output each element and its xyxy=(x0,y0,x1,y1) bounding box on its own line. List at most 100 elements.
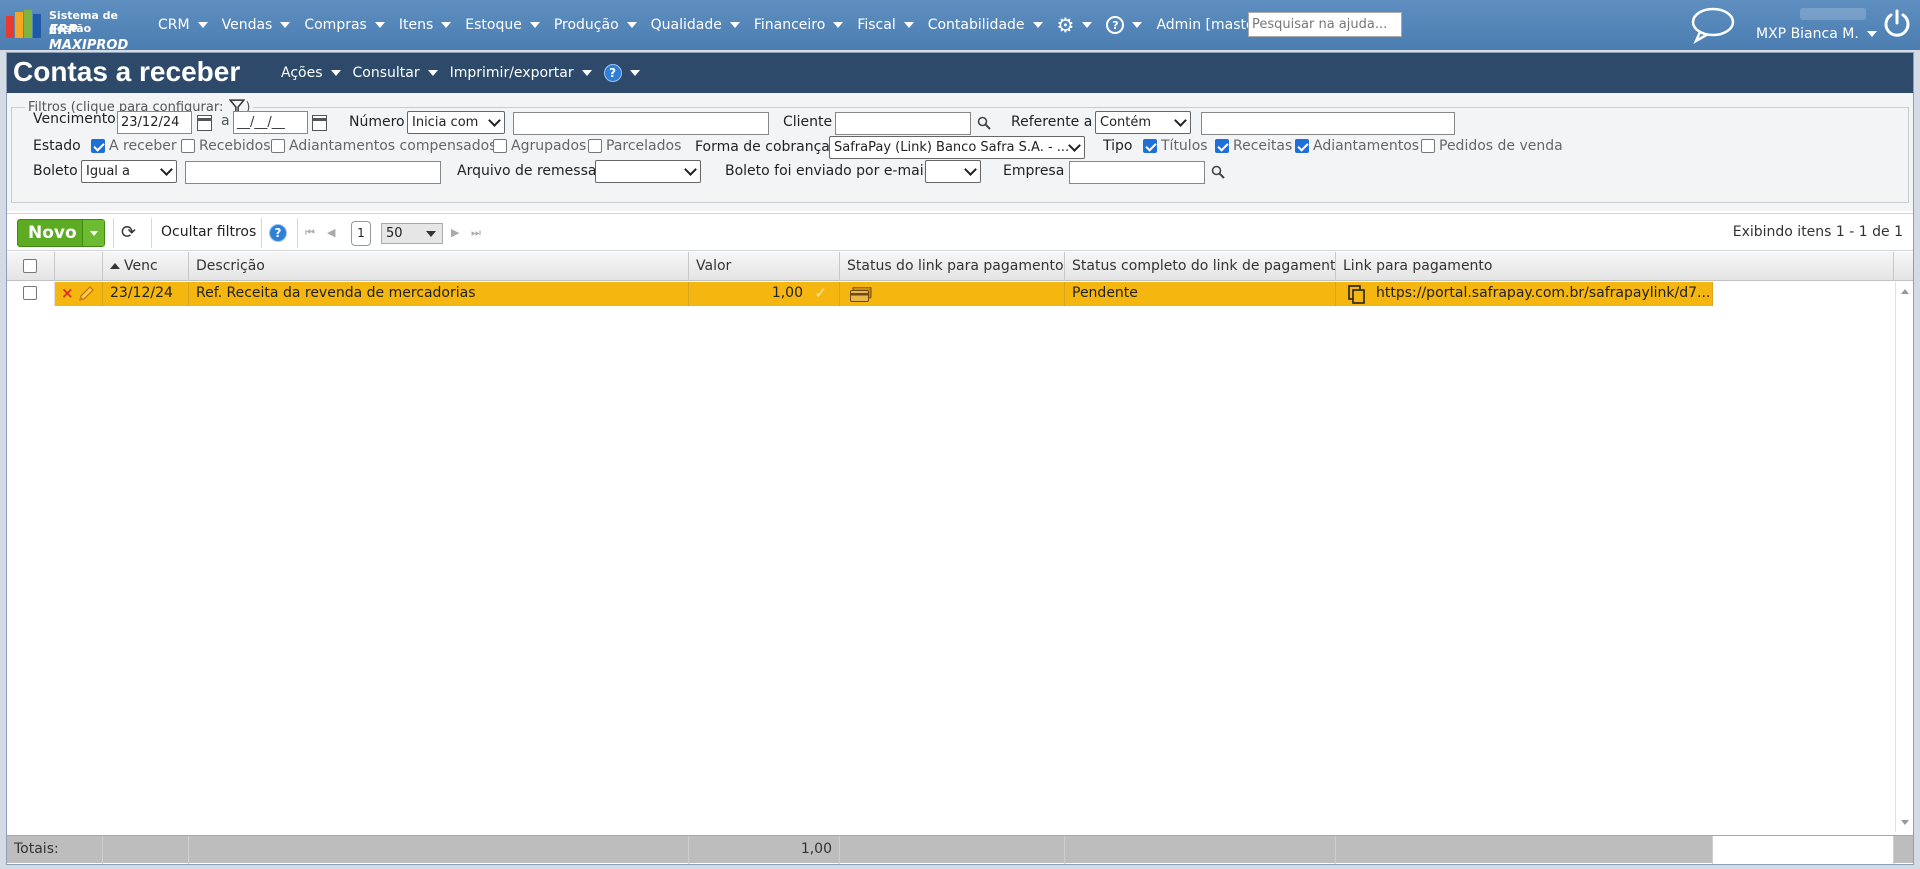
menu-fiscal[interactable]: Fiscal xyxy=(857,17,914,33)
menu-compras[interactable]: Compras xyxy=(304,17,385,33)
settings-menu[interactable]: ⚙ xyxy=(1057,15,1093,35)
ocultar-filtros-button[interactable]: Ocultar filtros xyxy=(161,224,256,240)
first-page-icon[interactable]: ⏮ xyxy=(305,226,315,240)
delete-icon[interactable]: × xyxy=(61,284,74,302)
estado-a-receber-label: A receber xyxy=(109,138,177,154)
scroll-down-icon[interactable] xyxy=(1901,820,1909,825)
tipo-pedidos-de-venda-checkbox[interactable] xyxy=(1421,139,1435,153)
valor-column-header[interactable]: Valor xyxy=(689,252,840,281)
vencimento-to-input[interactable]: __/__/__ xyxy=(233,111,308,134)
user-menu[interactable]: MXP Bianca M. xyxy=(1756,26,1877,42)
menu-itens[interactable]: Itens xyxy=(399,17,452,33)
referente-operator-select[interactable]: Contém xyxy=(1095,111,1191,134)
page-header: Contas a receber Ações Consultar Imprimi… xyxy=(7,53,1913,93)
tipo-titulos-checkbox[interactable] xyxy=(1143,139,1157,153)
search-icon[interactable] xyxy=(977,116,991,130)
arquivo-remessa-select[interactable] xyxy=(595,160,701,183)
consultar-menu[interactable]: Consultar xyxy=(353,65,438,81)
scroll-up-icon[interactable] xyxy=(1901,289,1909,294)
menu-vendas[interactable]: Vendas xyxy=(222,17,291,33)
cliente-input[interactable] xyxy=(835,112,971,135)
acoes-menu[interactable]: Ações xyxy=(281,65,341,81)
tipo-adiantamentos-checkbox[interactable] xyxy=(1295,139,1309,153)
tipo-label: Tipo xyxy=(1103,138,1133,154)
boleto-email-label: Boleto foi enviado por e-mail xyxy=(725,163,928,179)
estado-agrupados-checkbox[interactable] xyxy=(493,139,507,153)
grid-header: Venc Descrição Valor Status do link para… xyxy=(7,252,1913,281)
card-icon[interactable] xyxy=(850,287,872,302)
menu-crm[interactable]: CRM xyxy=(158,17,208,33)
per-page-select[interactable]: 50 xyxy=(381,223,443,244)
receivables-grid: Venc Descrição Valor Status do link para… xyxy=(7,252,1913,832)
prev-page-icon[interactable]: ◀ xyxy=(327,226,335,239)
select-all-checkbox[interactable] xyxy=(23,259,37,273)
sort-ascending-icon xyxy=(110,263,120,269)
refresh-icon[interactable]: ⟳ xyxy=(121,224,136,242)
venc-column-header[interactable]: Venc xyxy=(103,252,189,281)
copy-icon[interactable] xyxy=(1348,285,1366,304)
check-icon: ✓ xyxy=(814,284,827,302)
row-actions-cell: × xyxy=(55,282,103,306)
menu-contabilidade[interactable]: Contabilidade xyxy=(928,17,1043,33)
numero-label: Número xyxy=(349,114,405,130)
estado-recebidos-label: Recebidos xyxy=(199,138,271,154)
boleto-email-select[interactable] xyxy=(925,160,981,183)
tipo-receitas-checkbox[interactable] xyxy=(1215,139,1229,153)
estado-parcelados-checkbox[interactable] xyxy=(588,139,602,153)
vencimento-from-input[interactable]: 23/12/24 xyxy=(117,111,192,134)
tipo-receitas-label: Receitas xyxy=(1233,138,1293,154)
next-page-icon[interactable]: ▶ xyxy=(451,226,459,239)
venc-cell: 23/12/24 xyxy=(103,282,189,306)
table-row[interactable]: × 23/12/24 Ref. Receita da revenda de me… xyxy=(7,282,1713,306)
referente-input[interactable] xyxy=(1201,112,1455,135)
search-icon[interactable] xyxy=(1211,165,1225,179)
novo-dropdown-toggle[interactable] xyxy=(82,220,104,246)
calendar-icon[interactable] xyxy=(312,115,327,131)
boleto-label: Boleto xyxy=(33,163,78,179)
actions-column-header xyxy=(55,252,103,281)
calendar-icon[interactable] xyxy=(197,115,212,131)
status-link-column-header[interactable]: Status do link para pagamento xyxy=(840,252,1065,281)
menu-financeiro[interactable]: Financeiro xyxy=(754,17,844,33)
estado-a-receber-checkbox[interactable] xyxy=(91,139,105,153)
chat-bubble-icon[interactable] xyxy=(1690,6,1736,44)
boleto-input[interactable] xyxy=(185,161,441,184)
numero-operator-select[interactable]: Inicia com xyxy=(407,111,505,134)
menu-qualidade[interactable]: Qualidade xyxy=(651,17,740,33)
descricao-column-header[interactable]: Descrição xyxy=(189,252,689,281)
menu-producao[interactable]: Produção xyxy=(554,17,637,33)
grid-vertical-scrollbar[interactable] xyxy=(1895,282,1913,832)
estado-parcelados-label: Parcelados xyxy=(606,138,682,154)
help-icon: ? xyxy=(603,64,622,82)
boleto-operator-select[interactable]: Igual a xyxy=(81,160,177,183)
estado-label: Estado xyxy=(33,138,81,154)
logo-blocks-icon xyxy=(6,10,41,38)
descricao-cell: Ref. Receita da revenda de mercadorias xyxy=(189,282,689,306)
erp-logo[interactable]: Sistema de gestão ERP MAXIPROD xyxy=(6,6,146,53)
menu-estoque[interactable]: Estoque xyxy=(465,17,540,33)
estado-adiantamentos-compensados-checkbox[interactable] xyxy=(271,139,285,153)
novo-button[interactable]: Novo xyxy=(17,219,105,247)
last-page-icon[interactable]: ⏭ xyxy=(471,226,481,240)
page-number-input[interactable]: 1 xyxy=(351,221,371,246)
numero-input[interactable] xyxy=(513,112,769,135)
page-help-menu[interactable]: ? xyxy=(603,64,640,82)
totals-valor: 1,00 xyxy=(689,836,840,864)
forma-cobranca-select[interactable]: SafraPay (Link) Banco Safra S.A. - ... xyxy=(829,136,1085,159)
estado-recebidos-checkbox[interactable] xyxy=(181,139,195,153)
arquivo-remessa-label: Arquivo de remessa xyxy=(457,163,597,179)
status-completo-column-header[interactable]: Status completo do link de pagamento xyxy=(1065,252,1336,281)
empresa-input[interactable] xyxy=(1069,161,1205,184)
imprimir-exportar-menu[interactable]: Imprimir/exportar xyxy=(450,65,592,81)
tipo-adiantamentos-label: Adiantamentos xyxy=(1313,138,1420,154)
help-icon[interactable]: ? xyxy=(269,224,287,242)
help-menu[interactable]: ? xyxy=(1106,16,1143,34)
link-pagamento-column-header[interactable]: Link para pagamento xyxy=(1336,252,1894,281)
help-search-input[interactable]: Pesquisar na ajuda... xyxy=(1248,12,1402,37)
power-icon[interactable] xyxy=(1882,8,1912,38)
edit-icon[interactable] xyxy=(77,285,95,303)
payment-link[interactable]: https://portal.safrapay.com.br/safrapayl… xyxy=(1376,285,1710,301)
row-checkbox[interactable] xyxy=(23,286,37,300)
vencimento-label: Vencimento xyxy=(33,111,116,127)
vencimento-separator: a xyxy=(221,113,230,129)
